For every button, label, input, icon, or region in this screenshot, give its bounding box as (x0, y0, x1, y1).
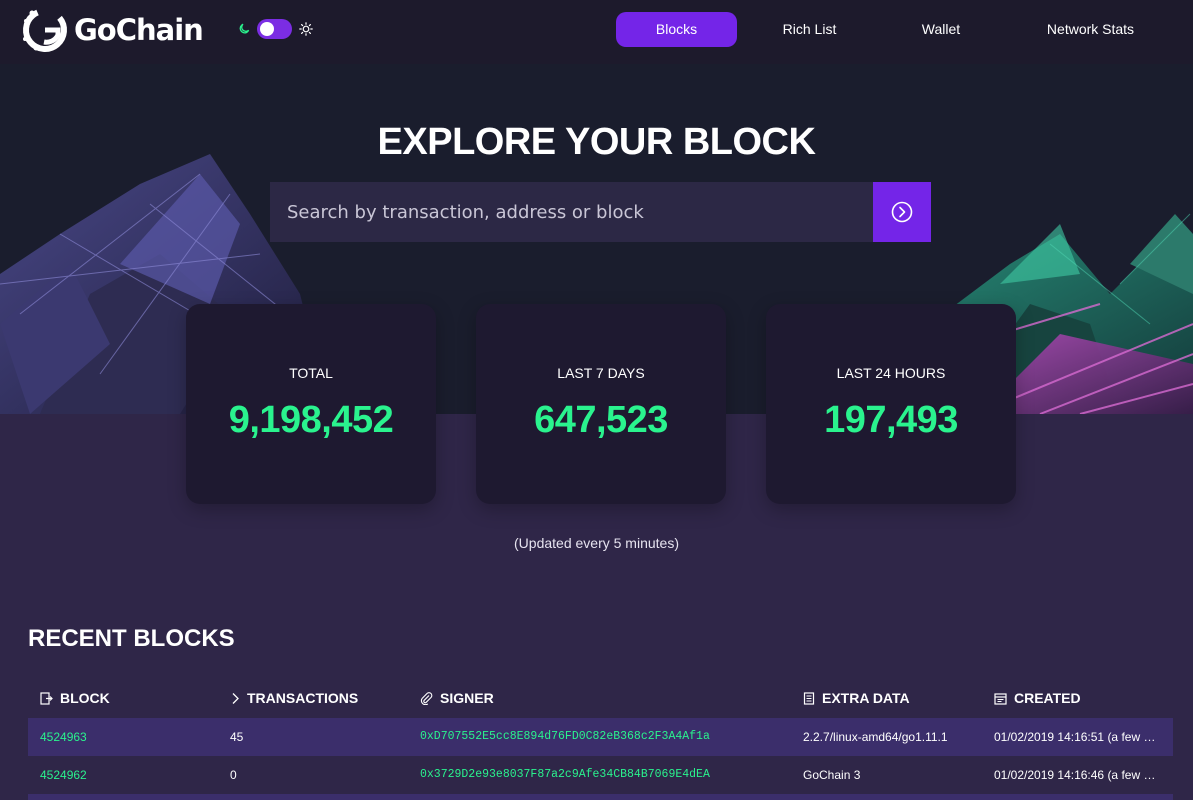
table-row[interactable] (28, 794, 1173, 800)
column-label: EXTRA DATA (822, 690, 910, 706)
block-number-link[interactable]: 4524963 (40, 718, 220, 756)
created-time: 01/02/2019 14:16:51 (a few seconds ago) (994, 730, 1160, 744)
brand-logo[interactable]: GoChain (22, 7, 204, 53)
column-header-transactions[interactable]: TRANSACTIONS (230, 680, 358, 716)
gochain-logo-icon (23, 8, 67, 52)
created-time: 01/02/2019 14:16:46 (a few seconds ago) (994, 768, 1160, 782)
calendar-icon (994, 692, 1007, 705)
column-header-signer[interactable]: SIGNER (420, 680, 494, 716)
column-header-created[interactable]: CREATED (994, 680, 1081, 716)
stat-label: TOTAL (289, 365, 333, 381)
column-header-extra-data[interactable]: EXTRA DATA (803, 680, 910, 716)
signer-address-link[interactable]: 0xD707552E5cc8E894d76FD0C82eB368c2F3A4Af… (420, 718, 790, 756)
signer-address-link[interactable]: 0x3729D2e93e8037F87a2c9Afe34CB84B7069E4d… (420, 756, 790, 794)
theme-toggle[interactable] (257, 19, 292, 39)
extra-data: GoChain 3 (803, 768, 861, 782)
search-submit-button[interactable] (873, 182, 931, 242)
document-icon (803, 691, 815, 705)
theme-toggle-knob (260, 22, 274, 36)
stat-label: LAST 24 HOURS (836, 365, 946, 381)
transaction-count: 45 (230, 730, 244, 744)
column-label: TRANSACTIONS (247, 690, 359, 706)
stat-label: LAST 7 DAYS (557, 365, 645, 381)
update-interval-note: (Updated every 5 minutes) (514, 535, 679, 551)
paperclip-icon (420, 691, 433, 705)
theme-switcher (238, 19, 313, 39)
nav-blocks[interactable]: Blocks (616, 12, 737, 47)
column-header-block[interactable]: BLOCK (40, 680, 110, 716)
top-navbar: GoChain Blocks Rich List Wallet Network … (0, 0, 1193, 64)
stat-card-last-7-days: LAST 7 DAYS 647,523 (476, 304, 726, 504)
stat-card-total: TOTAL 9,198,452 (186, 304, 436, 504)
search-input[interactable] (270, 182, 873, 242)
hero-title: EXPLORE YOUR BLOCK (377, 121, 816, 163)
column-label: SIGNER (440, 690, 494, 706)
stat-value: 647,523 (534, 399, 668, 441)
stat-value: 197,493 (824, 399, 958, 441)
column-label: CREATED (1014, 690, 1081, 706)
brand-name: GoChain (74, 13, 204, 47)
recent-blocks-title: RECENT BLOCKS (28, 625, 235, 652)
blocks-table-header: BLOCK TRANSACTIONS SIGNER EXTRA DATA CRE… (28, 680, 1173, 716)
column-label: BLOCK (60, 690, 110, 706)
block-number-link[interactable]: 4524962 (40, 756, 220, 794)
moon-icon (239, 23, 250, 34)
block-icon (40, 691, 53, 705)
nav-network-stats[interactable]: Network Stats (1025, 12, 1156, 47)
sun-icon (299, 22, 313, 36)
table-row[interactable]: 4524963 45 0xD707552E5cc8E894d76FD0C82eB… (28, 718, 1173, 756)
arrow-circle-right-icon (891, 201, 913, 223)
nav-rich-list[interactable]: Rich List (757, 12, 862, 47)
chevron-right-icon (232, 692, 239, 704)
transaction-count: 0 (230, 768, 237, 782)
nav-wallet[interactable]: Wallet (889, 12, 993, 47)
extra-data: 2.2.7/linux-amd64/go1.11.1 (803, 730, 948, 744)
stat-card-last-24-hours: LAST 24 HOURS 197,493 (766, 304, 1016, 504)
stat-value: 9,198,452 (228, 399, 394, 441)
search-bar (270, 182, 931, 242)
table-row[interactable]: 4524962 0 0x3729D2e93e8037F87a2c9Afe34CB… (28, 756, 1173, 794)
